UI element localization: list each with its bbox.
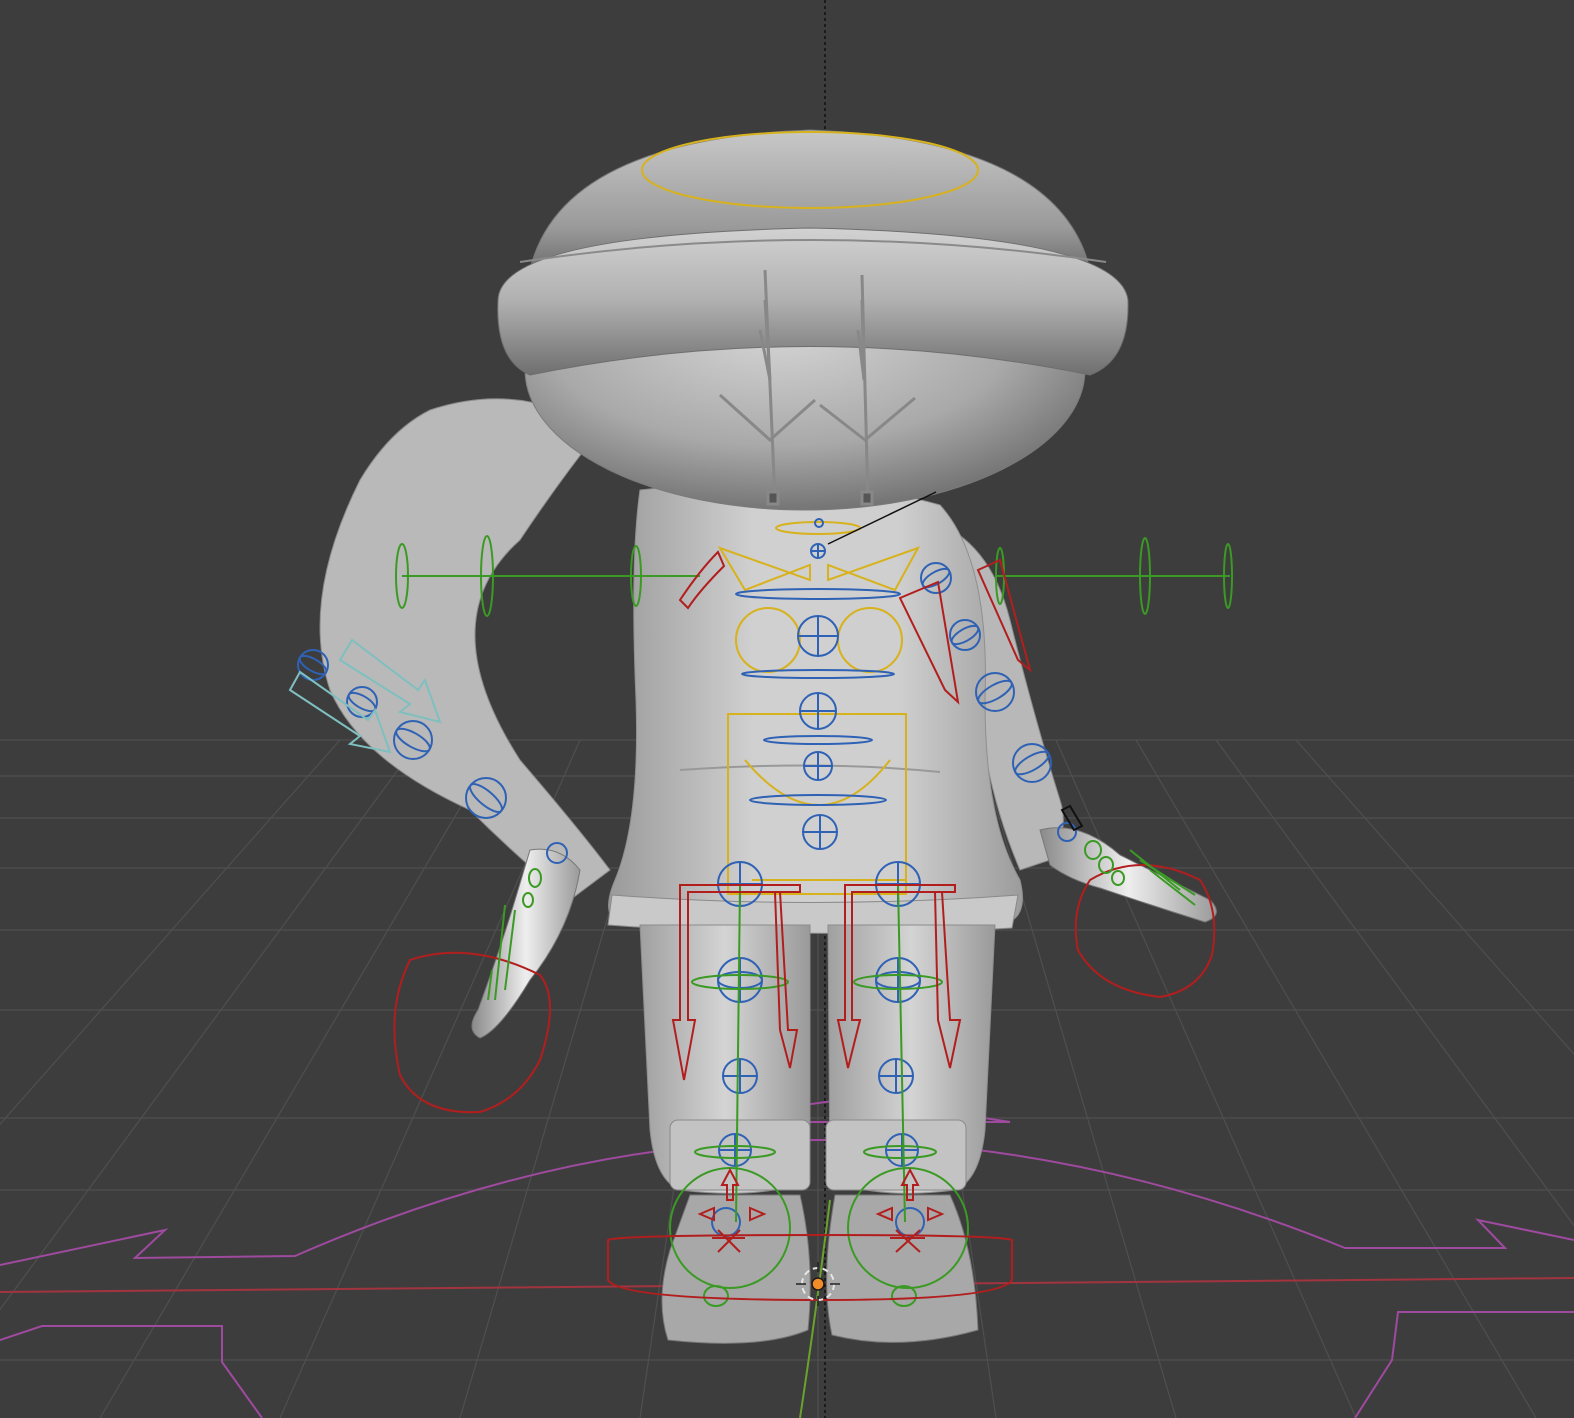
- cuff-right: [825, 1119, 967, 1191]
- character-mesh[interactable]: [319, 129, 1217, 1344]
- viewport-canvas[interactable]: [0, 0, 1574, 1418]
- 3d-viewport[interactable]: [0, 0, 1574, 1418]
- torso-mesh: [608, 482, 1023, 926]
- object-origin-dot[interactable]: [811, 1277, 825, 1291]
- cuff-left: [669, 1119, 811, 1191]
